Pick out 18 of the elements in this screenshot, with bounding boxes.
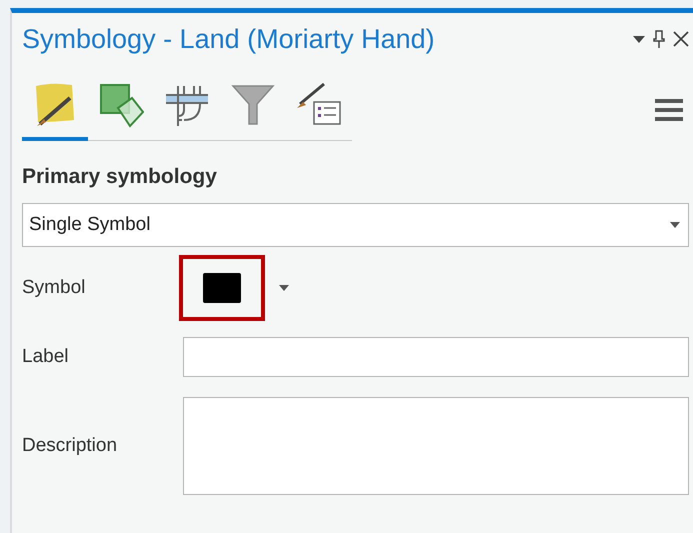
label-field[interactable] [183, 337, 689, 377]
pane-title: Symbology - Land (Moriarty Hand) [22, 24, 436, 54]
caret-icon [670, 222, 680, 228]
field-label: Symbol [22, 277, 86, 299]
menu-icon[interactable] [655, 98, 683, 122]
field-label: Label [22, 346, 70, 368]
symbol-swatch [203, 273, 241, 303]
close-icon[interactable] [673, 31, 689, 47]
renderer-dropdown[interactable]: Single Symbol [22, 203, 689, 247]
symbol-button[interactable] [179, 255, 265, 321]
overlapping-squares-icon [98, 82, 144, 128]
section-heading: Primary symbology [22, 165, 218, 189]
description-field[interactable] [183, 397, 689, 495]
dropdown-icon[interactable] [633, 36, 645, 42]
brush-list-icon [296, 82, 342, 128]
caret-icon [279, 285, 289, 291]
field-label: Description [22, 435, 118, 457]
pin-icon[interactable] [653, 30, 665, 48]
